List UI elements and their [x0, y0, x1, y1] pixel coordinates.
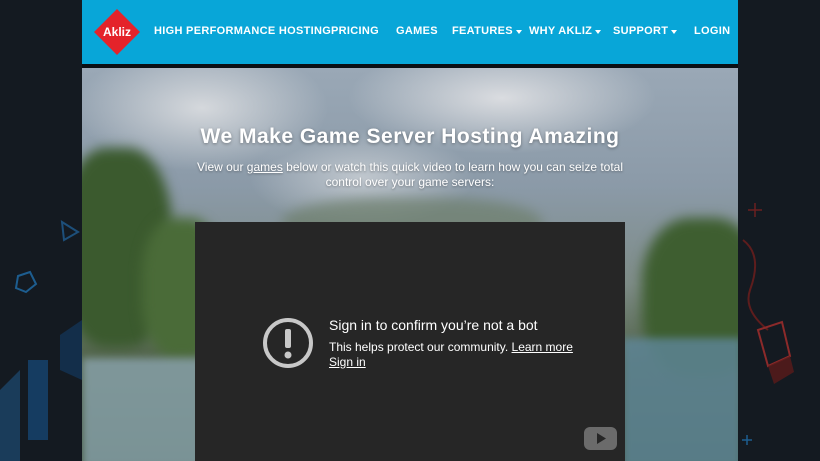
nav-games[interactable]: GAMES	[396, 25, 438, 37]
hero-subtitle: View our games below or watch this quick…	[192, 160, 628, 190]
nav-label: SUPPORT	[613, 25, 669, 37]
chevron-down-icon	[515, 29, 522, 34]
sign-in-link[interactable]: Sign in	[329, 355, 366, 369]
video-embed[interactable]: Sign in to confirm you’re not a bot This…	[195, 222, 625, 461]
background-water	[82, 358, 202, 461]
nav-label: GAMES	[396, 25, 438, 37]
right-decoration	[738, 0, 820, 461]
logo-text: Akliz	[103, 25, 131, 39]
games-link[interactable]: games	[247, 160, 283, 174]
hero-title: We Make Game Server Hosting Amazing	[200, 125, 620, 148]
bot-check-text: This helps protect our community.	[329, 340, 509, 354]
nav-label: PRICING	[331, 25, 379, 37]
site-container: Akliz HIGH PERFORMANCE HOSTING PRICING G…	[82, 0, 738, 461]
right-pattern-icon	[738, 0, 820, 461]
left-pattern-icon	[0, 0, 82, 461]
nav-support[interactable]: SUPPORT	[613, 25, 678, 37]
site-header: Akliz HIGH PERFORMANCE HOSTING PRICING G…	[82, 0, 738, 68]
akliz-logo[interactable]: Akliz	[93, 8, 141, 56]
subtitle-text: View our	[196, 160, 247, 174]
nav-label: LOGIN	[694, 25, 731, 37]
bot-check-title: Sign in to confirm you’re not a bot	[329, 317, 538, 333]
nav-high-performance-hosting[interactable]: HIGH PERFORMANCE HOSTING	[154, 25, 331, 37]
nav-label: FEATURES	[452, 25, 513, 37]
nav-label: HIGH PERFORMANCE HOSTING	[154, 25, 332, 37]
youtube-logo-icon[interactable]	[584, 427, 617, 450]
subtitle-text: below or watch this quick video to learn…	[282, 160, 624, 189]
background-water	[622, 338, 738, 461]
main-nav: HIGH PERFORMANCE HOSTING PRICING GAMES F…	[154, 0, 738, 64]
nav-features[interactable]: FEATURES	[452, 25, 522, 37]
chevron-down-icon	[671, 29, 678, 34]
left-decoration	[0, 0, 82, 461]
chevron-down-icon	[595, 29, 602, 34]
nav-label: WHY AKLIZ	[529, 25, 593, 37]
nav-login[interactable]: LOGIN	[694, 25, 730, 37]
learn-more-link[interactable]: Learn more	[512, 340, 573, 354]
nav-pricing[interactable]: PRICING	[331, 25, 379, 37]
exclamation-circle-icon	[263, 318, 313, 368]
nav-why-akliz[interactable]: WHY AKLIZ	[529, 25, 602, 37]
hero-section: We Make Game Server Hosting Amazing View…	[82, 68, 738, 461]
bot-check-body: This helps protect our community. Learn …	[329, 340, 589, 370]
